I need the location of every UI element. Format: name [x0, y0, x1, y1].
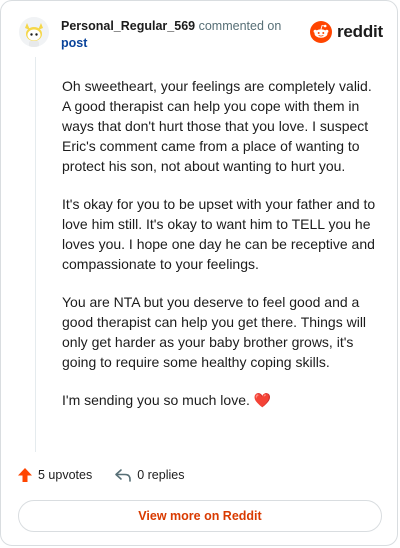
upvote-arrow-icon	[18, 468, 32, 482]
upvote-count: 5 upvotes	[38, 468, 93, 482]
embedded-comment-card: Personal_Regular_569 commented on post r…	[0, 0, 398, 546]
reddit-logo[interactable]: reddit	[309, 21, 383, 43]
view-more-button[interactable]: View more on Reddit	[18, 500, 382, 532]
comment-body: Oh sweetheart, your feelings are complet…	[62, 76, 382, 428]
comment-paragraph-text: I'm sending you so much love.	[62, 392, 250, 408]
username-link[interactable]: Personal_Regular_569	[61, 19, 195, 33]
snoo-avatar-icon	[19, 17, 49, 47]
heart-emoji: ❤️	[253, 392, 272, 408]
upvote-button[interactable]: 5 upvotes	[17, 467, 92, 483]
comment-header: Personal_Regular_569 commented on post	[61, 18, 291, 52]
comment-actions: 5 upvotes 0 replies	[17, 467, 206, 483]
comment-paragraph: You are NTA but you deserve to feel good…	[62, 294, 367, 370]
comment-paragraph: It's okay for you to be upset with your …	[62, 196, 376, 272]
commented-on-text: commented on	[198, 19, 282, 33]
post-link[interactable]: post	[61, 36, 87, 50]
reply-button[interactable]: 0 replies	[114, 467, 184, 483]
comment-paragraph: Oh sweetheart, your feelings are complet…	[62, 78, 372, 174]
reply-count: 0 replies	[137, 468, 185, 482]
user-avatar[interactable]	[19, 17, 49, 47]
reddit-wordmark: reddit	[336, 22, 383, 41]
reply-arrow-icon	[115, 469, 132, 482]
reddit-alien-icon	[309, 21, 332, 43]
thread-line	[35, 57, 36, 452]
comment-paragraph-last: I'm sending you so much love. ❤️	[62, 390, 382, 410]
